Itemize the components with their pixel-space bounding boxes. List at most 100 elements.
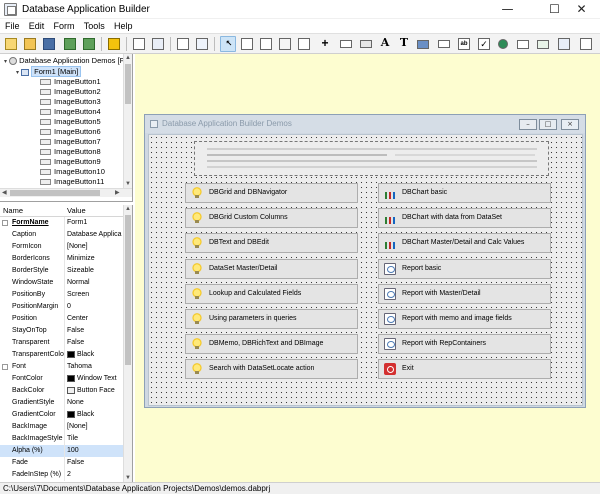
- edit-icon[interactable]: [338, 36, 354, 52]
- tree-item[interactable]: ImageButton4: [40, 107, 101, 117]
- form-maximize-button[interactable]: □: [539, 119, 557, 130]
- property-value[interactable]: Black: [67, 349, 124, 361]
- property-value[interactable]: Screen: [67, 289, 124, 301]
- tree-form-item[interactable]: ▾ Form1 [Main]: [16, 66, 82, 77]
- property-value[interactable]: Normal: [67, 277, 124, 289]
- demo-button[interactable]: DBChart with data from DataSet: [378, 208, 551, 229]
- scroll-thumb[interactable]: [125, 64, 131, 104]
- move-icon[interactable]: [296, 36, 312, 52]
- demo-button[interactable]: DBText and DBEdit: [185, 233, 358, 254]
- demo-button[interactable]: DBChart Master/Detail and Calc Values: [378, 233, 551, 254]
- property-row[interactable]: BackColor Button Face: [0, 385, 124, 397]
- property-value[interactable]: [None]: [67, 241, 124, 253]
- property-row[interactable]: FormName Form1: [0, 217, 124, 229]
- tree-root[interactable]: ▾ Database Application Demos [F: [4, 56, 124, 66]
- menu-file[interactable]: File: [5, 19, 20, 33]
- property-row[interactable]: GradientStyle None: [0, 397, 124, 409]
- demo-button[interactable]: DBMemo, DBRichText and DBImage: [185, 334, 358, 355]
- property-row[interactable]: Font Tahoma: [0, 361, 124, 373]
- export-icon[interactable]: [81, 36, 97, 52]
- image-icon[interactable]: [277, 36, 293, 52]
- property-value[interactable]: Button Face: [67, 385, 124, 397]
- property-row[interactable]: Caption Database Applica: [0, 229, 124, 241]
- menu-form[interactable]: Form: [54, 19, 75, 33]
- property-value[interactable]: 0: [67, 301, 124, 313]
- property-row[interactable]: BackImage [None]: [0, 421, 124, 433]
- demo-button[interactable]: Exit: [378, 359, 551, 380]
- scroll-thumb[interactable]: [125, 215, 131, 365]
- property-row[interactable]: BorderStyle Sizeable: [0, 265, 124, 277]
- pointer-icon[interactable]: ↖: [220, 36, 236, 52]
- dbedit-icon[interactable]: ab: [456, 36, 472, 52]
- property-value[interactable]: None: [67, 397, 124, 409]
- form-client-area[interactable]: DBGrid and DBNavigator DBGrid Custom Colu…: [148, 134, 583, 406]
- property-row[interactable]: BackImageStyle Tile: [0, 433, 124, 445]
- property-row[interactable]: FadeInStep (%) 2: [0, 469, 124, 481]
- tree-item[interactable]: ImageButton3: [40, 97, 101, 107]
- design-form[interactable]: Database Application Builder Demos – □ ×…: [144, 114, 586, 408]
- image-button-icon[interactable]: [436, 36, 452, 52]
- tree-item[interactable]: ImageButton2: [40, 87, 101, 97]
- panel-icon[interactable]: [239, 36, 255, 52]
- menu-edit[interactable]: Edit: [29, 19, 45, 33]
- props-scrollbar[interactable]: ▲ ▼: [123, 205, 132, 482]
- page-preview-icon[interactable]: [194, 36, 210, 52]
- tabset-icon[interactable]: [535, 36, 551, 52]
- demo-button[interactable]: Report with Master/Detail: [378, 283, 551, 304]
- table-icon[interactable]: [556, 36, 572, 52]
- property-row[interactable]: Transparent False: [0, 337, 124, 349]
- save-as-icon[interactable]: [62, 36, 78, 52]
- property-value[interactable]: Minimize: [67, 253, 124, 265]
- demo-button[interactable]: Search with DataSetLocate action: [185, 359, 358, 380]
- property-value[interactable]: [None]: [67, 421, 124, 433]
- form-close-button[interactable]: ×: [561, 119, 579, 130]
- property-value[interactable]: Window Text: [67, 373, 124, 385]
- property-row[interactable]: Alpha (%) 100: [0, 445, 124, 457]
- tree-item[interactable]: ImageButton5: [40, 117, 101, 127]
- property-row[interactable]: StayOnTop False: [0, 325, 124, 337]
- radio-icon[interactable]: [495, 36, 511, 52]
- property-value[interactable]: Center: [67, 313, 124, 325]
- property-row[interactable]: GradientColor Black: [0, 409, 124, 421]
- property-row[interactable]: FormIcon [None]: [0, 241, 124, 253]
- open-folder-icon[interactable]: [22, 36, 38, 52]
- label-t-icon[interactable]: T: [396, 36, 412, 52]
- property-value[interactable]: Form1: [67, 217, 124, 229]
- property-value[interactable]: 2: [67, 469, 124, 481]
- tree-item[interactable]: ImageButton9: [40, 157, 101, 167]
- run-icon[interactable]: [106, 36, 122, 52]
- demo-button[interactable]: Using parameters in queries: [185, 309, 358, 329]
- property-value[interactable]: False: [67, 325, 124, 337]
- page-icon[interactable]: [175, 36, 191, 52]
- property-value[interactable]: Tile: [67, 433, 124, 445]
- property-row[interactable]: Fade False: [0, 457, 124, 469]
- checkbox-icon[interactable]: ✓: [476, 36, 492, 52]
- paste-icon[interactable]: [150, 36, 166, 52]
- demo-button[interactable]: DBGrid Custom Columns: [185, 208, 358, 229]
- grid-icon[interactable]: [415, 36, 431, 52]
- new-icon[interactable]: [3, 36, 19, 52]
- tree-hscrollbar[interactable]: ◀ ▶: [0, 188, 132, 197]
- frame-icon[interactable]: [258, 36, 274, 52]
- form-minimize-button[interactable]: –: [519, 119, 537, 130]
- property-row[interactable]: WindowState Normal: [0, 277, 124, 289]
- property-value[interactable]: False: [67, 337, 124, 349]
- minimize-button[interactable]: —: [489, 0, 526, 19]
- demo-button[interactable]: DataSet Master/Detail: [185, 258, 358, 279]
- property-row[interactable]: FontColor Window Text: [0, 373, 124, 385]
- demo-button[interactable]: DBGrid and DBNavigator: [185, 183, 358, 203]
- property-row[interactable]: TransparentColor Black: [0, 349, 124, 361]
- property-value[interactable]: Sizeable: [67, 265, 124, 277]
- property-row[interactable]: PositionMargin 0: [0, 301, 124, 313]
- demo-button[interactable]: Report with memo and image fields: [378, 309, 551, 329]
- menu-help[interactable]: Help: [114, 19, 133, 33]
- property-value[interactable]: Tahoma: [67, 361, 124, 373]
- expand-icon[interactable]: [2, 220, 8, 226]
- tree-item[interactable]: ImageButton10: [40, 167, 105, 177]
- property-value[interactable]: 100: [67, 445, 124, 457]
- tree-scrollbar[interactable]: ▲ ▼: [123, 54, 132, 188]
- property-value[interactable]: Database Applica: [67, 229, 124, 241]
- copy-icon[interactable]: [131, 36, 147, 52]
- menu-tools[interactable]: Tools: [84, 19, 105, 33]
- property-row[interactable]: BorderIcons Minimize: [0, 253, 124, 265]
